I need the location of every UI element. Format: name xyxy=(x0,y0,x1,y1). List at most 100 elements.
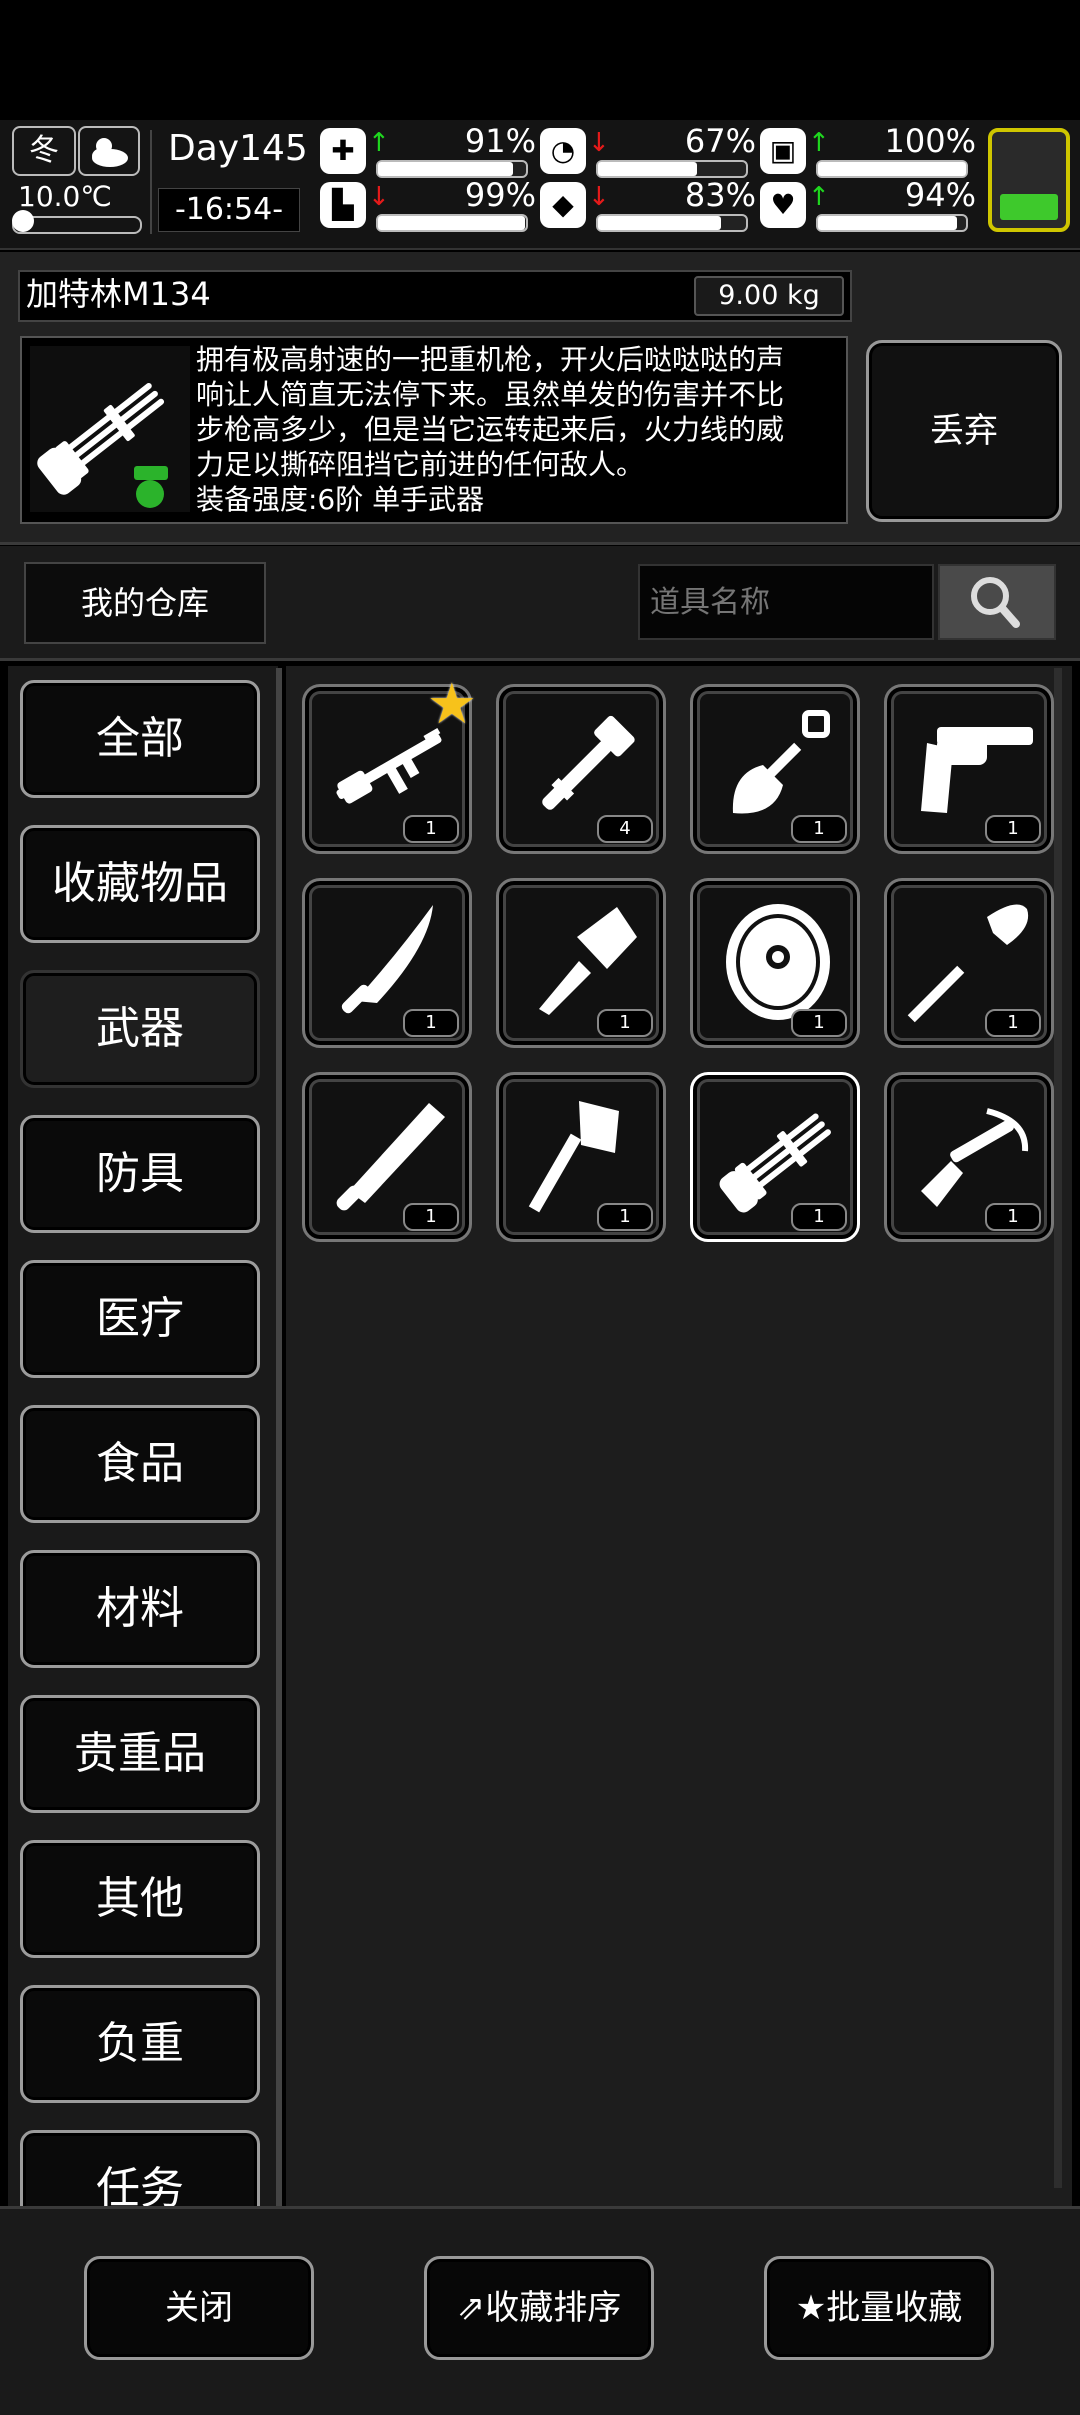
foot-icon: ▙ xyxy=(320,182,366,228)
category-tab[interactable]: 食品 xyxy=(20,1405,260,1523)
sort-arrows-icon: ⇗ xyxy=(456,2288,486,2328)
spade-icon xyxy=(907,904,1029,1023)
machete-icon xyxy=(336,1103,445,1211)
search-icon xyxy=(971,577,1020,628)
inventory-slot[interactable]: 1 xyxy=(690,1072,860,1242)
item-count: 1 xyxy=(985,1009,1041,1037)
temperature-label: 10.0℃ xyxy=(18,180,112,213)
item-count: 1 xyxy=(403,1009,459,1037)
star-plus-icon: ★ xyxy=(795,2288,827,2328)
favorite-star-icon: ★ xyxy=(426,672,477,737)
category-tab[interactable]: 材料 xyxy=(20,1550,260,1668)
minigun-icon xyxy=(719,1113,831,1213)
trend-down-icon: ↓ xyxy=(368,182,390,212)
stat-bar-fill xyxy=(818,162,966,176)
system-status-bar xyxy=(0,0,1080,120)
weather-cloud-icon xyxy=(78,126,140,176)
category-tab[interactable]: 任务 xyxy=(20,2130,260,2206)
favorite-sort-label: 收藏排序 xyxy=(485,2288,622,2328)
description-line: 装备强度:6阶 单手武器 xyxy=(196,483,485,516)
stat-value: 91% xyxy=(464,122,536,160)
category-tab[interactable]: 贵重品 xyxy=(20,1695,260,1813)
inventory-slot[interactable]: 1 xyxy=(302,878,472,1048)
stat-bar-fill xyxy=(598,216,721,230)
inventory-slot[interactable]: 1 xyxy=(690,878,860,1048)
stat-value: 100% xyxy=(884,122,976,160)
shield-icon xyxy=(726,904,830,1020)
grid-scrollbar[interactable] xyxy=(1054,668,1062,2188)
inventory-slot[interactable]: 1 xyxy=(884,1072,1054,1242)
description-line: 力足以撕碎阻挡它前进的任何敌人。 xyxy=(196,448,645,481)
cleaver-axe-icon xyxy=(539,907,637,1015)
item-count: 1 xyxy=(791,1009,847,1037)
sidebar-scrollbar[interactable] xyxy=(276,668,282,2208)
category-tab[interactable]: 武器 xyxy=(20,970,260,1088)
discard-button[interactable]: 丢弃 xyxy=(866,340,1062,522)
category-sidebar: 全部收藏物品武器防具医疗食品材料贵重品其他负重任务 xyxy=(8,666,278,2206)
item-description: 拥有极高射速的一把重机枪，开火后哒哒哒的声 响让人简直无法停下来。虽然单发的伤害并… xyxy=(196,342,836,517)
inventory-grid: ★ 1 4 1 1 1 1 1 1 1 1 1 1 xyxy=(286,666,1072,2206)
category-tab[interactable]: 全部 xyxy=(20,680,260,798)
item-thumbnail xyxy=(30,346,190,512)
inventory-slot[interactable]: 1 xyxy=(690,684,860,854)
stat-bar-fill xyxy=(378,216,525,230)
trend-up-icon: ↑ xyxy=(808,182,830,212)
category-tab[interactable]: 防具 xyxy=(20,1115,260,1233)
item-count: 1 xyxy=(403,1203,459,1231)
item-count: 4 xyxy=(597,815,653,843)
inventory-slot[interactable]: 1 xyxy=(302,1072,472,1242)
item-count: 1 xyxy=(985,815,1041,843)
category-tab[interactable]: 医疗 xyxy=(20,1260,260,1378)
energy-fill xyxy=(1000,194,1058,220)
minigun-icon xyxy=(37,383,168,508)
heart-icon: ♥ xyxy=(760,182,806,228)
batch-favorite-button[interactable]: ★批量收藏 xyxy=(764,2256,994,2360)
inventory-slot[interactable]: 1 xyxy=(496,878,666,1048)
thermometer-icon xyxy=(12,210,34,232)
inventory-slot[interactable]: 1 xyxy=(496,1072,666,1242)
curved-knife-icon xyxy=(341,905,433,1014)
inventory-slot[interactable]: 1 xyxy=(884,878,1054,1048)
search-button[interactable] xyxy=(938,564,1056,640)
battery-icon: ▣ xyxy=(760,128,806,174)
shovel-icon xyxy=(732,710,830,814)
item-count: 1 xyxy=(791,1203,847,1231)
item-name: 加特林M134 xyxy=(26,275,211,313)
item-count: 1 xyxy=(597,1203,653,1231)
day-counter: Day145 xyxy=(168,128,308,169)
stat-bar-fill xyxy=(598,162,698,176)
description-line: 响让人简直无法停下来。虽然单发的伤害并不比 xyxy=(196,378,785,411)
item-count: 1 xyxy=(597,1009,653,1037)
item-search-input[interactable] xyxy=(638,564,934,640)
crossbow-icon xyxy=(921,1108,1029,1207)
close-button[interactable]: 关闭 xyxy=(84,2256,314,2360)
inventory-slot[interactable]: ★ 1 xyxy=(302,677,477,854)
game-clock: -16:54- xyxy=(158,188,300,232)
stat-value: 94% xyxy=(904,176,976,214)
stat-bar xyxy=(596,214,748,232)
stat-value: 67% xyxy=(684,122,756,160)
description-line: 拥有极高射速的一把重机枪，开火后哒哒哒的声 xyxy=(196,343,785,376)
revolver-icon xyxy=(921,727,1033,813)
category-tab[interactable]: 负重 xyxy=(20,1985,260,2103)
inventory-slot[interactable]: 4 xyxy=(496,684,666,854)
inventory-slot[interactable]: 1 xyxy=(884,684,1054,854)
stomach-icon: ◔ xyxy=(540,128,586,174)
season-indicator: 冬 xyxy=(12,126,76,176)
stat-value: 83% xyxy=(684,176,756,214)
energy-battery-icon[interactable] xyxy=(988,128,1070,232)
pipe-wrench-icon xyxy=(542,715,635,810)
category-tab[interactable]: 收藏物品 xyxy=(20,825,260,943)
my-warehouse-tab[interactable]: 我的仓库 xyxy=(24,562,266,644)
stat-value: 99% xyxy=(464,176,536,214)
trend-up-icon: ↑ xyxy=(368,128,390,158)
water-drop-icon: ◆ xyxy=(540,182,586,228)
category-tab[interactable]: 其他 xyxy=(20,1840,260,1958)
stat-bar-fill xyxy=(818,216,958,230)
description-line: 步枪高多少，但是当它运转起来后，火力线的威 xyxy=(196,413,785,446)
trend-down-icon: ↓ xyxy=(588,182,610,212)
favorite-sort-button[interactable]: ⇗收藏排序 xyxy=(424,2256,654,2360)
trend-up-icon: ↑ xyxy=(808,128,830,158)
batch-favorite-label: 批量收藏 xyxy=(826,2288,963,2328)
item-count: 1 xyxy=(791,815,847,843)
